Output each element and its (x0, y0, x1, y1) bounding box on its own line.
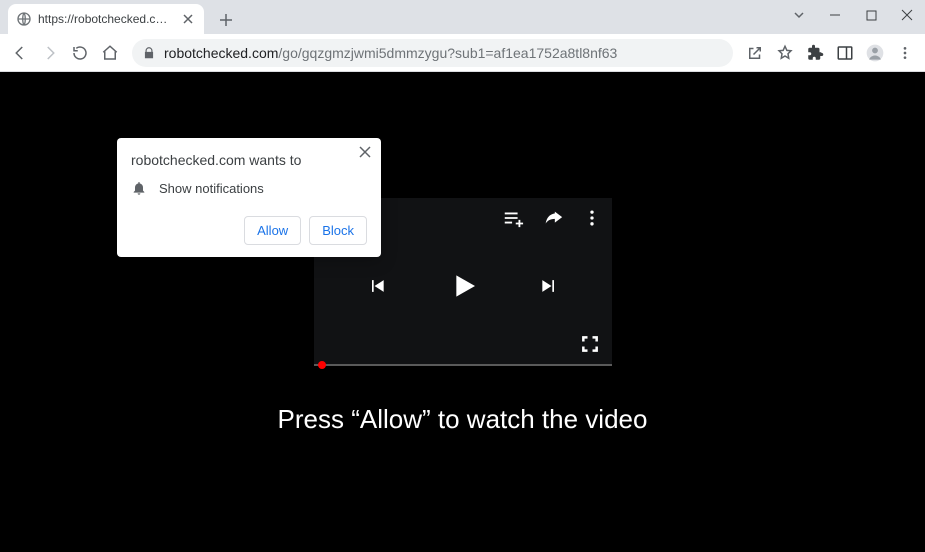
allow-button[interactable]: Allow (244, 216, 301, 245)
permission-label: Show notifications (159, 181, 264, 196)
extensions-icon[interactable] (801, 39, 829, 67)
address-bar[interactable]: robotchecked.com/go/gqzgmzjwmi5dmmzygu?s… (132, 39, 733, 67)
close-icon[interactable] (359, 146, 371, 158)
block-button[interactable]: Block (309, 216, 367, 245)
url-domain: robotchecked.com (164, 45, 278, 61)
prompt-title: robotchecked.com wants to (131, 152, 367, 168)
profile-icon[interactable] (861, 39, 889, 67)
browser-tab[interactable]: https://robotchecked.com/go/gq (8, 4, 204, 34)
page-content: Press “Allow” to watch the video robotch… (0, 72, 925, 552)
url-path: /go/gqzgmzjwmi5dmmzygu?sub1=af1ea1752a8t… (278, 45, 617, 61)
tab-title: https://robotchecked.com/go/gq (38, 12, 174, 26)
notification-permission-prompt: robotchecked.com wants to Show notificat… (117, 138, 381, 257)
side-panel-icon[interactable] (831, 39, 859, 67)
close-icon[interactable] (180, 11, 196, 27)
forward-icon (36, 39, 64, 67)
share-icon[interactable] (741, 39, 769, 67)
lock-icon[interactable] (142, 46, 156, 60)
back-icon[interactable] (6, 39, 34, 67)
url-text: robotchecked.com/go/gqzgmzjwmi5dmmzygu?s… (164, 45, 617, 61)
globe-icon (16, 11, 32, 27)
toolbar: robotchecked.com/go/gqzgmzjwmi5dmmzygu?s… (0, 34, 925, 72)
play-icon[interactable] (447, 270, 479, 302)
menu-dots-icon[interactable] (891, 39, 919, 67)
reload-icon[interactable] (66, 39, 94, 67)
titlebar: https://robotchecked.com/go/gq (0, 0, 925, 34)
close-window-icon[interactable] (889, 0, 925, 30)
bell-icon (131, 180, 147, 196)
caption-text: Press “Allow” to watch the video (278, 404, 648, 435)
window-controls (781, 0, 925, 30)
fullscreen-icon[interactable] (580, 334, 600, 354)
bookmark-star-icon[interactable] (771, 39, 799, 67)
more-vert-icon[interactable] (582, 208, 602, 228)
chevron-down-icon[interactable] (781, 0, 817, 30)
previous-track-icon[interactable] (367, 276, 387, 296)
progress-bar[interactable] (314, 364, 612, 366)
minimize-icon[interactable] (817, 0, 853, 30)
maximize-icon[interactable] (853, 0, 889, 30)
home-icon[interactable] (96, 39, 124, 67)
share-arrow-icon[interactable] (542, 207, 564, 229)
next-track-icon[interactable] (539, 276, 559, 296)
new-tab-button[interactable] (212, 6, 240, 34)
progress-handle[interactable] (318, 361, 326, 369)
playlist-add-icon[interactable] (502, 207, 524, 229)
